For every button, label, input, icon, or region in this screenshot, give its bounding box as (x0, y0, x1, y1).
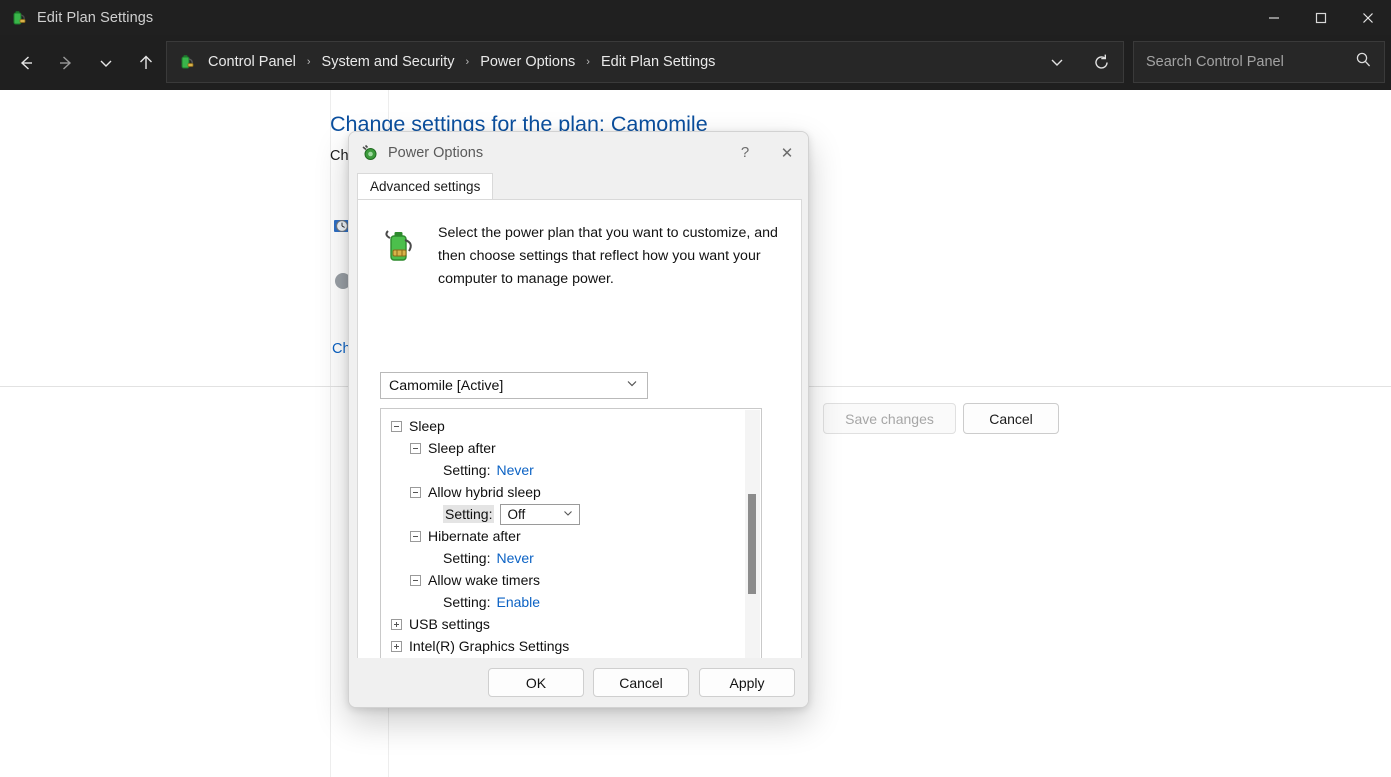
tree-item-label: Hibernate after (428, 528, 521, 544)
tree-item[interactable]: Intel(R) Graphics Settings (381, 635, 741, 657)
collapse-icon[interactable] (391, 421, 402, 432)
setting-label: Setting: (443, 462, 490, 478)
minimize-icon[interactable] (1250, 0, 1297, 35)
setting-label: Setting: (443, 505, 494, 523)
dialog-body: Advanced settings (357, 173, 802, 660)
maximize-icon[interactable] (1297, 0, 1344, 35)
setting-label: Setting: (443, 594, 490, 610)
breadcrumb: Control Panel › System and Security › Po… (206, 52, 717, 72)
battery-plug-icon (378, 224, 424, 270)
setting-value-select[interactable]: Off (500, 504, 580, 525)
collapse-icon[interactable] (410, 575, 421, 586)
tree-item[interactable]: Setting: Never (381, 547, 741, 569)
dialog-title: Power Options (388, 145, 483, 161)
window-title: Edit Plan Settings (37, 10, 153, 26)
tree-item[interactable]: Sleep (381, 415, 741, 437)
tree-scrollbar[interactable] (745, 410, 760, 663)
expand-icon[interactable] (391, 619, 402, 630)
expand-icon[interactable] (391, 641, 402, 652)
setting-value-link[interactable]: Never (496, 462, 533, 478)
dialog-title-buttons: ? ✕ (724, 132, 808, 173)
setting-label: Setting: (443, 550, 490, 566)
up-arrow-icon[interactable] (126, 46, 166, 80)
window-controls (1250, 0, 1391, 35)
tree-item[interactable]: Sleep after (381, 437, 741, 459)
page-cancel-button[interactable]: Cancel (963, 403, 1059, 434)
tree-item-label: Allow wake timers (428, 572, 540, 588)
power-plan-value: Camomile [Active] (389, 378, 503, 394)
tree-item[interactable]: Setting: Enable (381, 591, 741, 613)
back-arrow-icon[interactable] (6, 46, 46, 80)
tab-strip: Advanced settings (357, 173, 802, 199)
breadcrumb-item-edit-plan-settings[interactable]: Edit Plan Settings (599, 52, 717, 72)
chevron-down-icon (625, 376, 639, 395)
setting-value-link[interactable]: Never (496, 550, 533, 566)
tree-item[interactable]: Allow hybrid sleep (381, 481, 741, 503)
power-plan-select[interactable]: Camomile [Active] (380, 372, 648, 399)
search-placeholder: Search Control Panel (1146, 54, 1284, 70)
tree-item[interactable]: Hibernate after (381, 525, 741, 547)
dialog-cancel-button[interactable]: Cancel (593, 668, 689, 697)
collapse-icon[interactable] (410, 531, 421, 542)
dialog-footer: OK Cancel Apply (349, 658, 809, 707)
power-plan-icon (10, 9, 28, 27)
chevron-down-icon[interactable] (1035, 42, 1079, 82)
tree-list: Sleep Sleep after Setting: Never Allow hybri… (381, 415, 741, 663)
tree-item-label: Intel(R) Graphics Settings (409, 638, 569, 654)
chevron-down-icon[interactable] (86, 46, 126, 80)
chevron-down-icon (562, 506, 574, 522)
advanced-settings-panel: Select the power plan that you want to c… (357, 199, 802, 660)
tree-item-label: Allow hybrid sleep (428, 484, 541, 500)
close-icon[interactable] (1344, 0, 1391, 35)
tree-item[interactable]: Setting: Never (381, 459, 741, 481)
setting-value-link[interactable]: Enable (496, 594, 540, 610)
breadcrumb-separator: › (586, 56, 590, 68)
search-input[interactable]: Search Control Panel (1133, 41, 1385, 83)
search-icon[interactable] (1355, 51, 1372, 73)
address-bar[interactable]: Control Panel › System and Security › Po… (166, 41, 1124, 83)
intro-text: Select the power plan that you want to c… (438, 222, 783, 291)
title-bar: Edit Plan Settings (0, 0, 1391, 35)
dialog-close-icon[interactable]: ✕ (766, 132, 808, 173)
setting-value-text: Off (507, 507, 525, 522)
explorer-window: Edit Plan Settings (0, 0, 1391, 777)
power-options-icon (361, 144, 379, 162)
refresh-icon[interactable] (1079, 42, 1123, 82)
apply-button[interactable]: Apply (699, 668, 795, 697)
tree-item[interactable]: USB settings (381, 613, 741, 635)
breadcrumb-separator: › (307, 56, 311, 68)
address-bar-actions (1035, 42, 1123, 82)
power-plan-icon (178, 53, 196, 71)
forward-arrow-icon[interactable] (46, 46, 86, 80)
power-options-dialog: Power Options ? ✕ Advanced settings (348, 131, 809, 708)
intro-block: Select the power plan that you want to c… (378, 222, 783, 291)
tab-advanced-settings[interactable]: Advanced settings (357, 173, 493, 199)
tree-item[interactable]: Setting: Off (381, 503, 741, 525)
collapse-icon[interactable] (410, 443, 421, 454)
save-changes-button[interactable]: Save changes (823, 403, 956, 434)
breadcrumb-separator: › (466, 56, 470, 68)
tree-item-label: USB settings (409, 616, 490, 632)
tree-scrollbar-thumb[interactable] (748, 494, 756, 594)
collapse-icon[interactable] (410, 487, 421, 498)
advanced-settings-tree[interactable]: Sleep Sleep after Setting: Never Allow hybri… (380, 408, 762, 663)
tree-item-label: Sleep (409, 418, 445, 434)
ok-button[interactable]: OK (488, 668, 584, 697)
help-button[interactable]: ? (724, 132, 766, 173)
breadcrumb-item-control-panel[interactable]: Control Panel (206, 52, 298, 72)
tree-item-label: Sleep after (428, 440, 496, 456)
dialog-title-bar: Power Options ? ✕ (349, 132, 808, 173)
breadcrumb-item-power-options[interactable]: Power Options (478, 52, 577, 72)
breadcrumb-item-system-and-security[interactable]: System and Security (320, 52, 457, 72)
tree-item[interactable]: Allow wake timers (381, 569, 741, 591)
